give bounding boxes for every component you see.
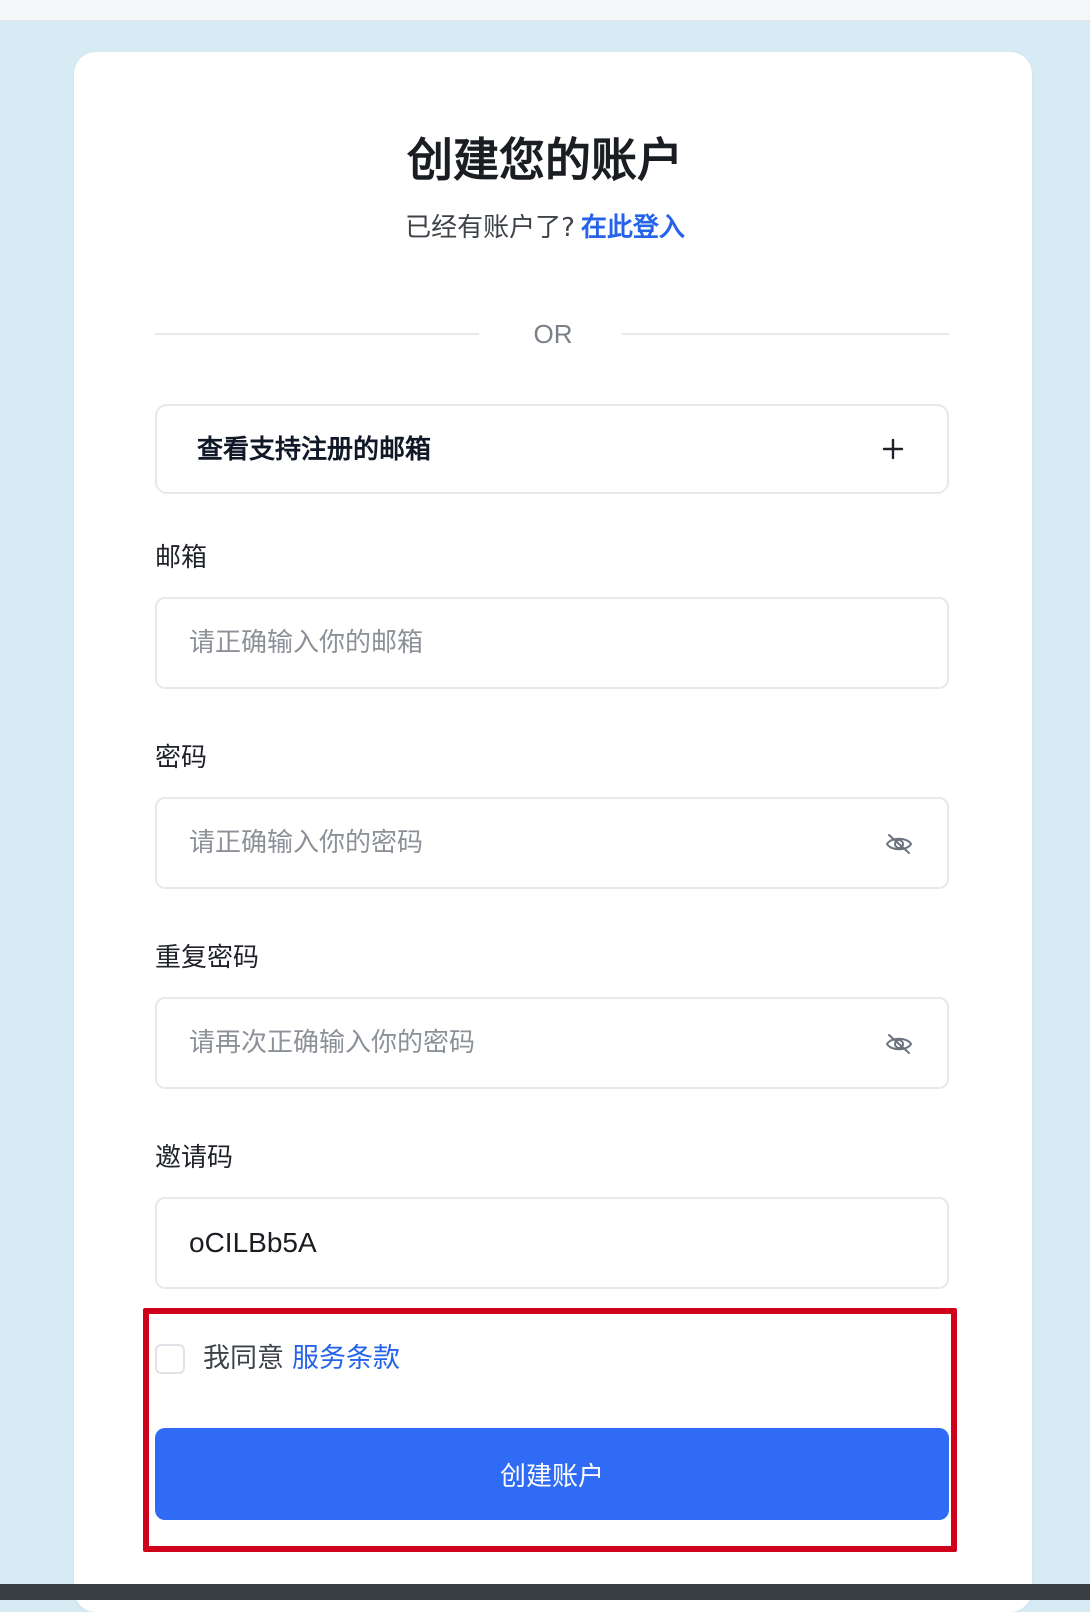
terms-agreement: 我同意 服务条款 [203,1339,400,1379]
divider-line-right [622,333,949,335]
confirm-password-field[interactable] [189,1021,849,1065]
confirm-password-label: 重复密码 [155,943,260,973]
browser-top-strip [0,0,1090,21]
email-field-box [155,597,949,689]
eye-off-icon[interactable] [885,1032,913,1056]
invite-code-label: 邀请码 [155,1143,234,1173]
login-prompt-text: 已经有账户了? [405,213,575,243]
browser-bottom-strip [0,1584,1090,1600]
supported-emails-accordion[interactable]: 查看支持注册的邮箱 [155,404,949,494]
confirm-password-field-box [155,997,949,1089]
password-field-box [155,797,949,889]
password-field[interactable] [189,821,849,865]
supported-emails-label: 查看支持注册的邮箱 [197,435,432,465]
eye-off-icon[interactable] [885,832,913,856]
terms-link[interactable]: 服务条款 [292,1343,400,1374]
email-field[interactable] [189,621,849,665]
email-label: 邮箱 [155,543,208,573]
invite-code-field-box [155,1197,949,1289]
login-link[interactable]: 在此登入 [581,213,685,243]
create-account-button[interactable]: 创建账户 [155,1428,949,1520]
password-label: 密码 [155,743,208,773]
page-title: 创建您的账户 [407,133,683,187]
terms-checkbox[interactable] [155,1344,185,1374]
divider-or: OR [533,319,573,349]
invite-code-field[interactable] [189,1221,849,1265]
divider-line-left [155,333,479,335]
plus-icon [882,438,904,460]
login-prompt: 已经有账户了? 在此登入 [0,208,1090,248]
agree-text: 我同意 [203,1343,284,1374]
